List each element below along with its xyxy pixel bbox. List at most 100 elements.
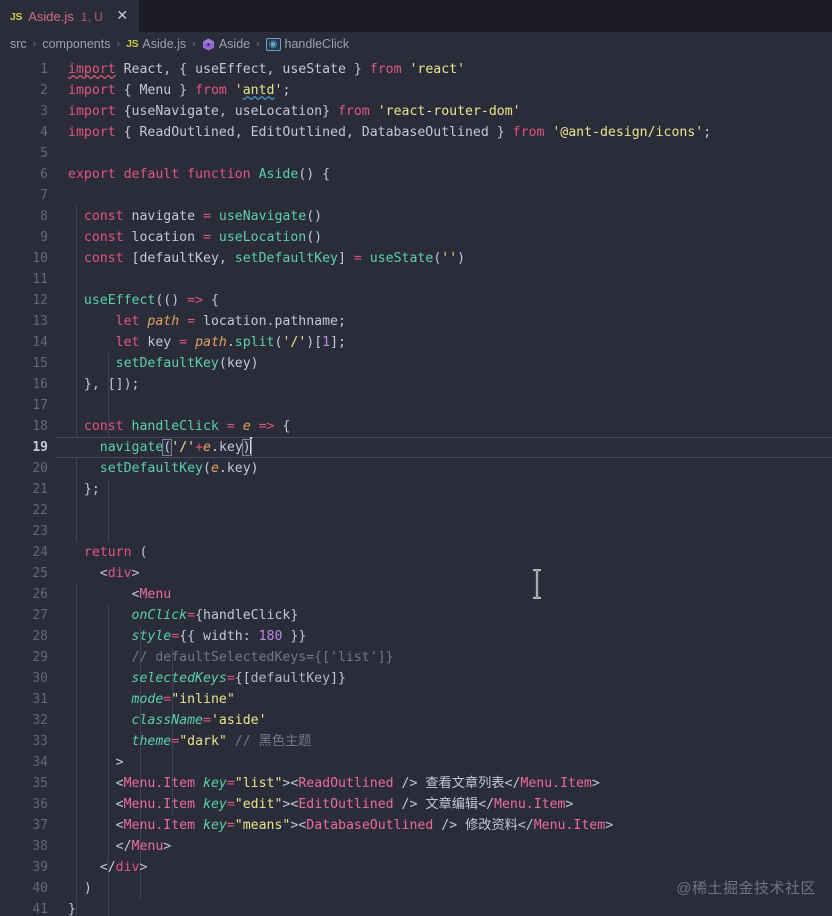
- code-text: import React, { useEffect, useState } fr…: [68, 62, 466, 77]
- code-text: >: [115, 755, 124, 770]
- method-symbol-icon: ◉: [265, 37, 281, 51]
- code-line[interactable]: 26 <Menu: [0, 584, 832, 605]
- code-line[interactable]: 8 const navigate = useNavigate(): [0, 206, 832, 227]
- code-text: let path = location.pathname;: [115, 314, 346, 329]
- editor-tab-aside-js[interactable]: JS Aside.js 1, U ✕: [0, 0, 139, 32]
- line-number: 18: [32, 419, 48, 434]
- breadcrumb-separator: ›: [32, 38, 37, 50]
- code-line[interactable]: 11: [0, 269, 832, 290]
- code-line[interactable]: 20 setDefaultKey(e.key): [0, 458, 832, 479]
- line-number: 17: [32, 398, 48, 413]
- line-number: 30: [32, 671, 48, 686]
- code-line[interactable]: 3 import {useNavigate, useLocation} from …: [0, 101, 832, 122]
- code-line[interactable]: 7: [0, 185, 832, 206]
- line-number: 4: [40, 125, 48, 140]
- code-line[interactable]: 4 import { ReadOutlined, EditOutlined, Da…: [0, 122, 832, 143]
- code-text: useEffect(() => {: [83, 293, 219, 308]
- line-number: 27: [32, 608, 48, 623]
- code-line-active[interactable]: 19 navigate('/'+e.key): [0, 437, 832, 458]
- close-icon[interactable]: ✕: [114, 8, 131, 25]
- line-number: 13: [32, 314, 48, 329]
- code-line[interactable]: 16 }, []);: [0, 374, 832, 395]
- line-number: 15: [32, 356, 48, 371]
- code-line[interactable]: 33 theme="dark" // 黑色主题: [0, 731, 832, 752]
- code-line[interactable]: 27 onClick={handleClick}: [0, 605, 832, 626]
- code-text: const handleClick = e => {: [83, 419, 291, 434]
- code-text: }: [68, 902, 76, 916]
- code-text: const navigate = useNavigate(): [83, 209, 323, 224]
- code-line[interactable]: 1 import React, { useEffect, useState } f…: [0, 59, 832, 80]
- code-content[interactable]: 1 import React, { useEffect, useState } f…: [0, 56, 832, 916]
- code-line[interactable]: 17: [0, 395, 832, 416]
- breadcrumb-item-aside-js[interactable]: JS Aside.js: [126, 37, 186, 51]
- code-line[interactable]: 32 className='aside': [0, 710, 832, 731]
- line-number: 12: [32, 293, 48, 308]
- breadcrumb-item-handleclick[interactable]: ◉ handleClick: [265, 37, 350, 51]
- code-text: export default function Aside() {: [68, 167, 331, 182]
- code-text: return (: [83, 545, 148, 560]
- code-line[interactable]: 28 style={{ width: 180 }}: [0, 626, 832, 647]
- code-line[interactable]: 2 import { Menu } from 'antd';: [0, 80, 832, 101]
- breadcrumb-label-src: src: [10, 37, 27, 51]
- line-number: 1: [40, 62, 48, 77]
- breadcrumb-item-aside[interactable]: Aside: [202, 37, 250, 51]
- code-line[interactable]: 15 setDefaultKey(key): [0, 353, 832, 374]
- code-line[interactable]: 12 useEffect(() => {: [0, 290, 832, 311]
- line-number: 35: [32, 776, 48, 791]
- editor-tab-bar: JS Aside.js 1, U ✕: [0, 0, 832, 32]
- line-number: 25: [32, 566, 48, 581]
- code-line[interactable]: 41}: [0, 899, 832, 916]
- line-number: 40: [32, 881, 48, 896]
- line-number: 34: [32, 755, 48, 770]
- code-text: style={{ width: 180 }}: [131, 629, 307, 644]
- code-text: onClick={handleClick}: [131, 608, 299, 623]
- line-number: 21: [32, 482, 48, 497]
- code-line[interactable]: 37 <Menu.Item key="means"><DatabaseOutli…: [0, 815, 832, 836]
- line-number: 7: [40, 188, 48, 203]
- code-line[interactable]: 34 >: [0, 752, 832, 773]
- code-text: import { Menu } from 'antd';: [68, 83, 291, 98]
- code-line[interactable]: 35 <Menu.Item key="list"><ReadOutlined /…: [0, 773, 832, 794]
- line-number: 6: [40, 167, 48, 182]
- breadcrumb-separator: ›: [256, 38, 260, 50]
- line-number: 29: [32, 650, 48, 665]
- line-number: 9: [40, 230, 48, 245]
- code-line[interactable]: 39 </div>: [0, 857, 832, 878]
- code-line[interactable]: 9 const location = useLocation(): [0, 227, 832, 248]
- code-line[interactable]: 6 export default function Aside() {: [0, 164, 832, 185]
- code-text: const [defaultKey, setDefaultKey] = useS…: [83, 251, 466, 266]
- code-line[interactable]: 29 // defaultSelectedKeys={['list']}: [0, 647, 832, 668]
- code-line[interactable]: 21 };: [0, 479, 832, 500]
- code-line[interactable]: 25 <div>: [0, 563, 832, 584]
- code-line[interactable]: 10 const [defaultKey, setDefaultKey] = u…: [0, 248, 832, 269]
- js-file-icon: JS: [10, 10, 23, 23]
- code-line[interactable]: 22: [0, 500, 832, 521]
- code-text: <Menu.Item key="list"><ReadOutlined /> 查…: [115, 776, 600, 791]
- code-line[interactable]: 14 let key = path.split('/')[1];: [0, 332, 832, 353]
- code-line[interactable]: 23: [0, 521, 832, 542]
- breadcrumb-label-aside: Aside: [218, 37, 251, 51]
- code-line[interactable]: 24 return (: [0, 542, 832, 563]
- breadcrumb-item-src[interactable]: src: [10, 37, 27, 51]
- code-line[interactable]: 13 let path = location.pathname;: [0, 311, 832, 332]
- code-text: const location = useLocation(): [83, 230, 323, 245]
- line-number: 20: [32, 461, 48, 476]
- breadcrumb-item-components[interactable]: components: [42, 37, 110, 51]
- code-line[interactable]: 18 const handleClick = e => {: [0, 416, 832, 437]
- code-text: import { ReadOutlined, EditOutlined, Dat…: [68, 125, 712, 140]
- code-text: theme="dark" // 黑色主题: [131, 734, 312, 749]
- code-line[interactable]: 31 mode="inline": [0, 689, 832, 710]
- code-line[interactable]: 38 </Menu>: [0, 836, 832, 857]
- breadcrumb-label-aside-js: Aside.js: [142, 37, 187, 51]
- code-text: navigate('/'+e.key): [48, 437, 832, 458]
- code-editor[interactable]: 1 import React, { useEffect, useState } f…: [0, 56, 832, 916]
- line-number: 26: [32, 587, 48, 602]
- code-line[interactable]: 30 selectedKeys={[defaultKey]}: [0, 668, 832, 689]
- code-text: import {useNavigate, useLocation} from '…: [68, 104, 521, 119]
- line-number: 8: [40, 209, 48, 224]
- code-line[interactable]: 5: [0, 143, 832, 164]
- code-line[interactable]: 36 <Menu.Item key="edit"><EditOutlined /…: [0, 794, 832, 815]
- breadcrumb-label-handleclick: handleClick: [284, 37, 350, 51]
- breadcrumb-separator: ›: [192, 38, 196, 50]
- code-text: setDefaultKey(key): [115, 356, 259, 371]
